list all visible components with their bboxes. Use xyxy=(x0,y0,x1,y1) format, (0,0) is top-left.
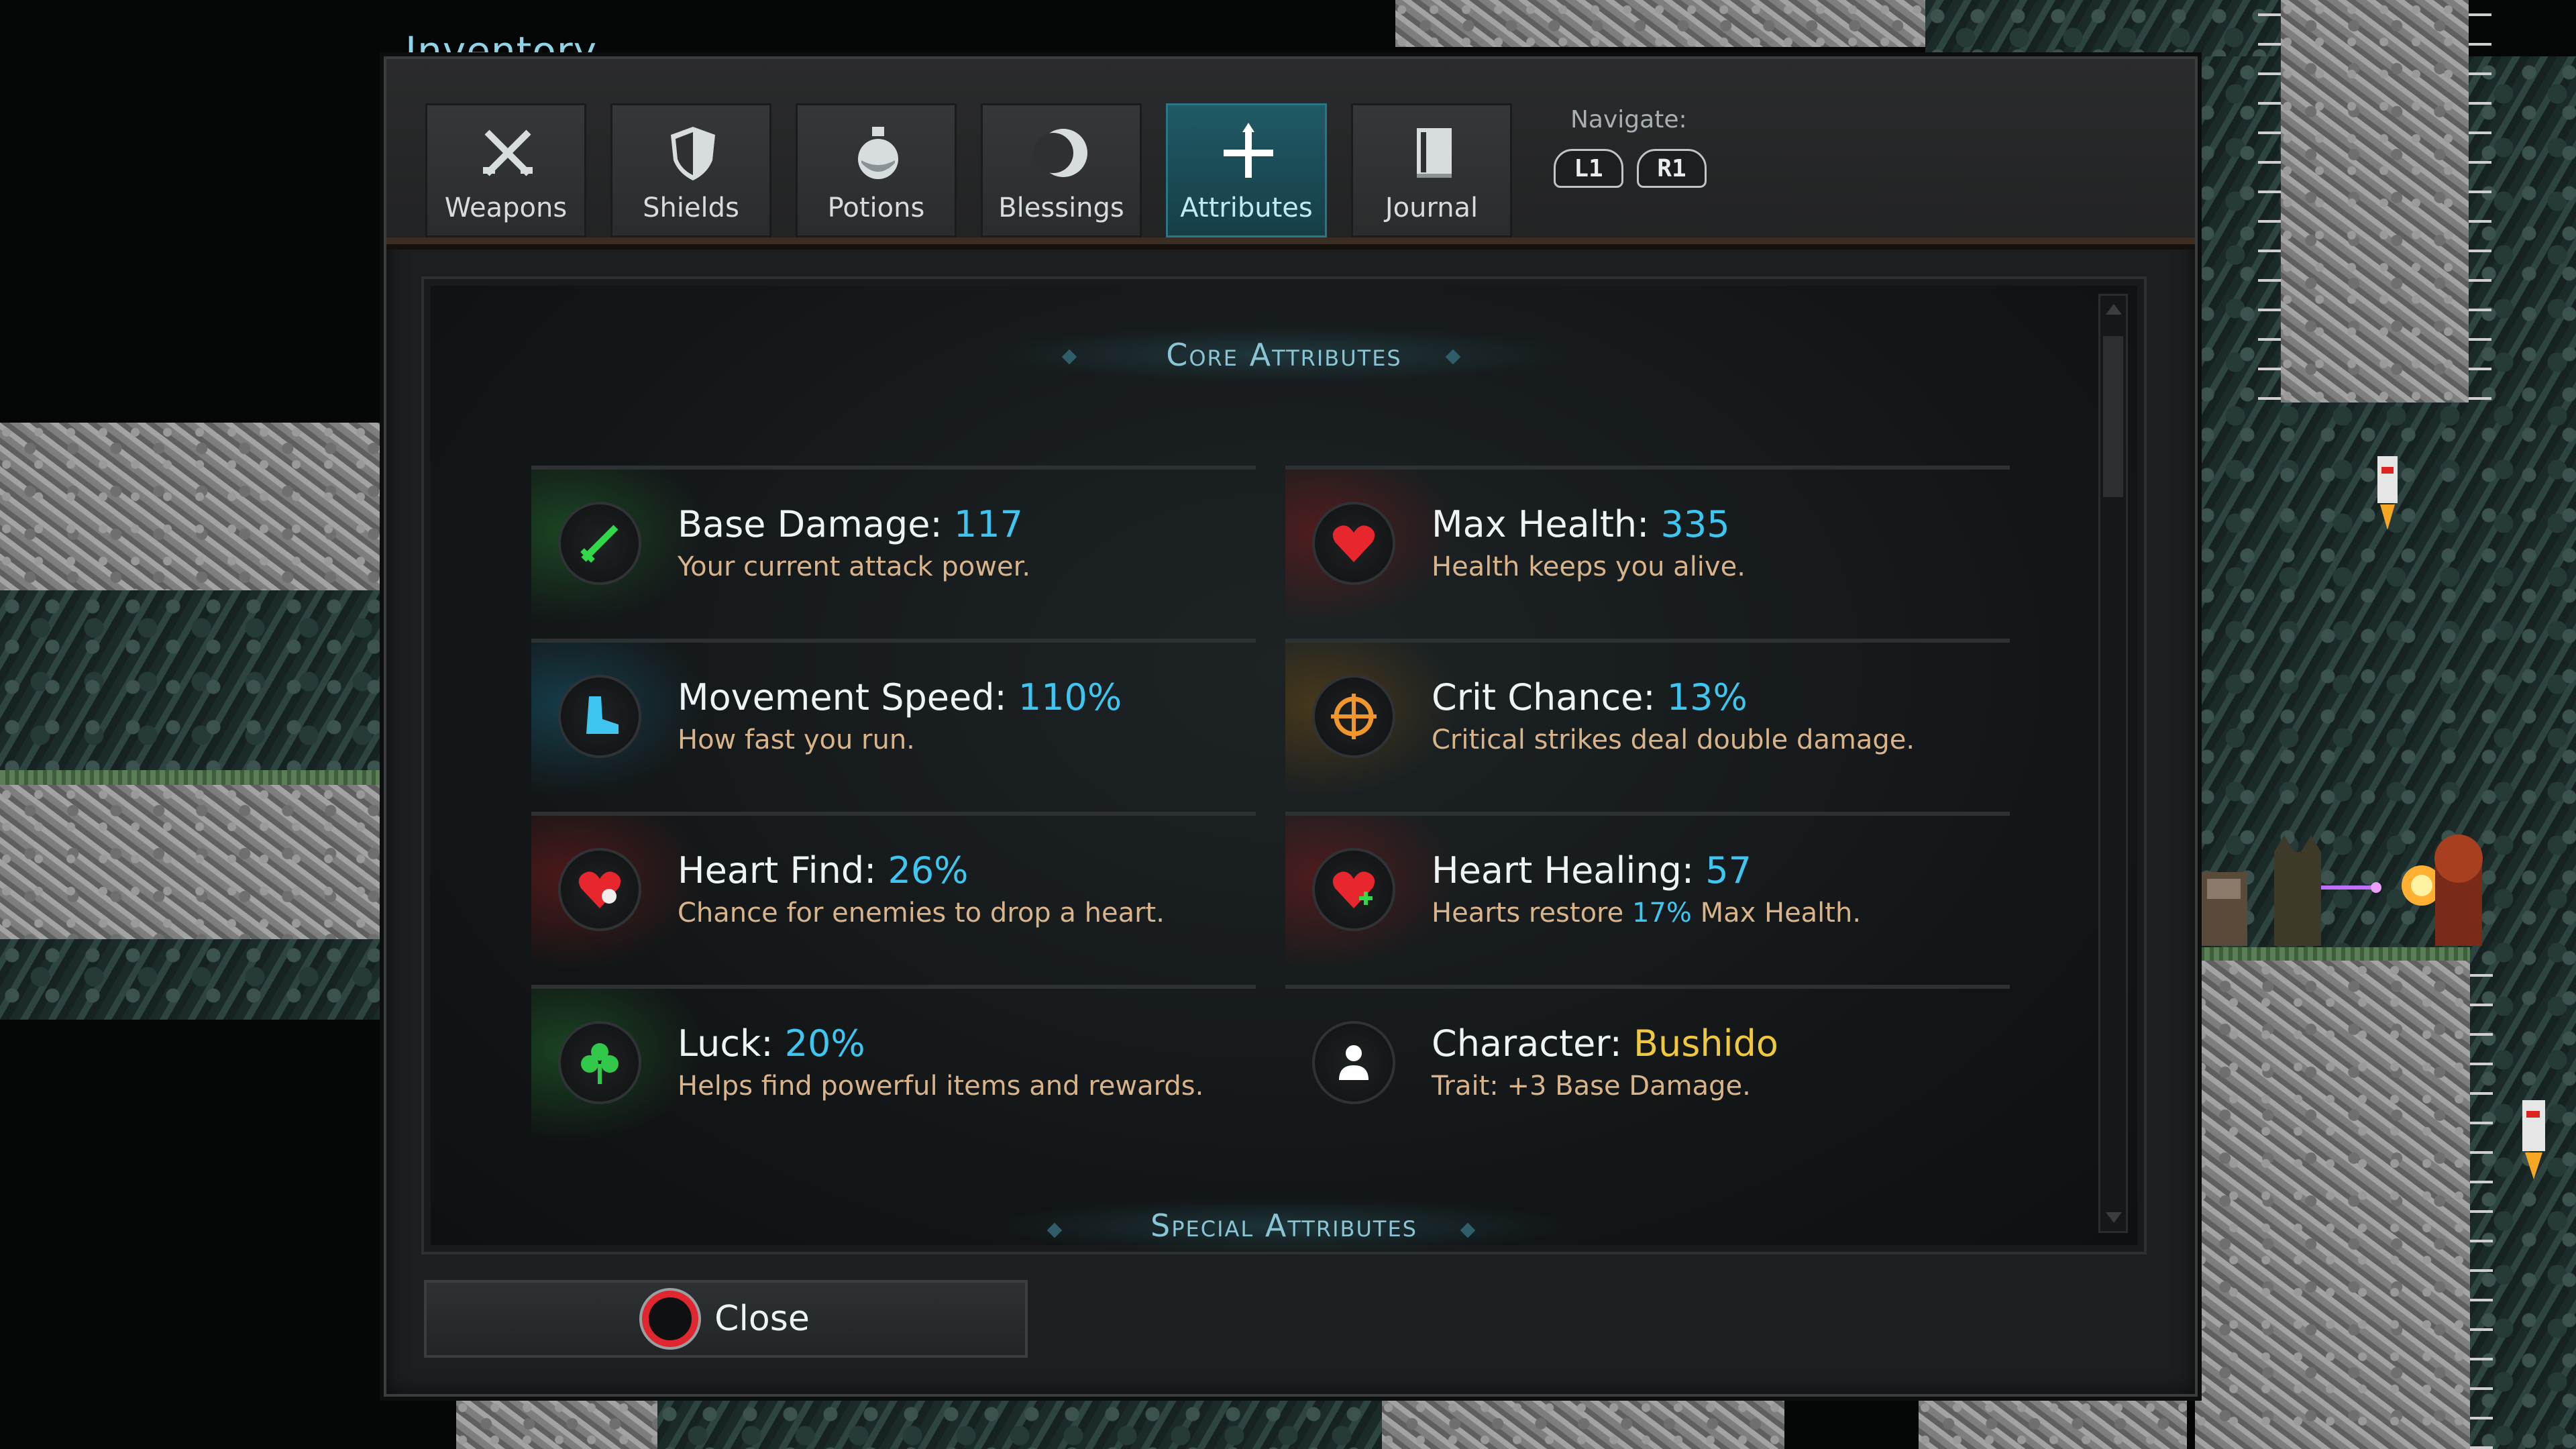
boot-icon xyxy=(558,675,641,758)
scrollbar[interactable] xyxy=(2098,294,2128,1233)
tab-label: Potions xyxy=(827,193,925,223)
tab-bar: Weapons Shields Potions Blessings Attrib… xyxy=(425,103,1512,237)
flying-enemy-sprite xyxy=(2522,1100,2545,1179)
person-icon xyxy=(1312,1021,1395,1104)
player-and-enemies-sprite xyxy=(2200,835,2483,946)
stone-floor xyxy=(1919,1398,2187,1449)
attribute-description: How fast you run. xyxy=(678,724,915,755)
heart-heal-icon xyxy=(1312,848,1395,931)
spike-trap xyxy=(2469,0,2491,402)
attribute-name: Base Damage: 117 xyxy=(678,503,1023,545)
attribute-description: Trait: +3 Base Damage. xyxy=(1432,1071,1751,1102)
attribute-description: Chance for enemies to drop a heart. xyxy=(678,898,1165,928)
close-label: Close xyxy=(714,1299,810,1339)
attribute-value: 117 xyxy=(953,503,1023,545)
moss-floor xyxy=(657,1398,1382,1449)
stone-floor xyxy=(1382,1398,1784,1449)
tab-journal[interactable]: Journal xyxy=(1351,103,1512,237)
tab-label: Shields xyxy=(643,193,739,223)
spike-trap xyxy=(2470,961,2493,1449)
attribute-description: Helps find powerful items and rewards. xyxy=(678,1071,1204,1102)
circle-button-icon xyxy=(642,1291,699,1347)
scroll-thumb[interactable] xyxy=(2103,336,2123,497)
attribute-card-base-damage: Base Damage: 117 Your current attack pow… xyxy=(531,466,1256,628)
attribute-description: Hearts restore 17% Max Health. xyxy=(1432,898,1862,928)
stone-ceiling xyxy=(1395,0,1925,47)
attribute-value: 110% xyxy=(1018,676,1122,718)
attribute-card-crit-chance: Crit Chance: 13% Critical strikes deal d… xyxy=(1285,639,2010,801)
cross-arrows-icon xyxy=(1224,123,1273,178)
flying-enemy-sprite xyxy=(2377,456,2398,530)
close-button[interactable]: Close xyxy=(424,1280,1028,1358)
tab-attributes[interactable]: Attributes xyxy=(1166,103,1327,237)
attribute-description: Critical strikes deal double damage. xyxy=(1432,724,1915,755)
potion-icon xyxy=(858,127,898,179)
attribute-card-max-health: Max Health: 335 Health keeps you alive. xyxy=(1285,466,2010,628)
section-title-core: Core Attributes xyxy=(1166,337,1402,373)
grass-strip xyxy=(0,770,382,785)
stone-ledge xyxy=(0,423,382,590)
attribute-value: 335 xyxy=(1660,503,1730,545)
crescent-eye-icon xyxy=(1033,129,1087,177)
stone-floor xyxy=(456,1398,657,1449)
tab-label: Journal xyxy=(1385,193,1479,223)
attribute-value: 20% xyxy=(784,1022,865,1065)
moss-wall xyxy=(0,590,382,771)
shield-icon xyxy=(671,127,715,180)
book-icon xyxy=(1417,128,1452,178)
crossed-swords-icon xyxy=(483,129,533,176)
stone-pillar xyxy=(2195,961,2470,1449)
attribute-value: 13% xyxy=(1666,676,1748,718)
attributes-panel: Core Attributes Base Damage: 117 Your cu… xyxy=(421,276,2147,1254)
attribute-card-movement-speed: Movement Speed: 110% How fast you run. xyxy=(531,639,1256,801)
stone-ledge xyxy=(0,785,382,939)
attribute-name: Heart Healing: 57 xyxy=(1432,849,1752,892)
attribute-description: Health keeps you alive. xyxy=(1432,551,1746,582)
tab-label: Attributes xyxy=(1180,193,1313,223)
stone-pillar xyxy=(2281,0,2469,402)
scroll-down-icon[interactable] xyxy=(2106,1212,2122,1223)
tab-weapons[interactable]: Weapons xyxy=(425,103,586,237)
tab-label: Blessings xyxy=(998,193,1124,223)
sword-icon xyxy=(558,502,641,585)
attribute-card-heart-find: Heart Find: 26% Chance for enemies to dr… xyxy=(531,812,1256,974)
attribute-value: Bushido xyxy=(1633,1022,1778,1065)
crosshair-icon xyxy=(1312,675,1395,758)
attribute-value: 57 xyxy=(1705,849,1752,892)
tab-label: Weapons xyxy=(444,193,568,223)
attribute-name: Crit Chance: 13% xyxy=(1432,676,1748,718)
attribute-name: Max Health: 335 xyxy=(1432,503,1730,545)
attribute-description: Your current attack power. xyxy=(678,551,1031,582)
attribute-name: Luck: 20% xyxy=(678,1022,865,1065)
attribute-card-heart-healing: Heart Healing: 57 Hearts restore 17% Max… xyxy=(1285,812,2010,974)
heart-icon xyxy=(1312,502,1395,585)
attribute-card-character: Character: Bushido Trait: +3 Base Damage… xyxy=(1285,985,2010,1147)
moss-wall xyxy=(0,939,382,1020)
attribute-name: Character: Bushido xyxy=(1432,1022,1778,1065)
scroll-up-icon[interactable] xyxy=(2106,304,2122,315)
attribute-name: Movement Speed: 110% xyxy=(678,676,1122,718)
attribute-value: 26% xyxy=(888,849,969,892)
heart-find-icon xyxy=(558,848,641,931)
attribute-card-luck: Luck: 20% Helps find powerful items and … xyxy=(531,985,1256,1147)
tab-shields[interactable]: Shields xyxy=(610,103,771,237)
inventory-window: Weapons Shields Potions Blessings Attrib… xyxy=(384,56,2198,1397)
r1-button[interactable]: R1 xyxy=(1637,149,1707,188)
section-title-special: Special Attributes xyxy=(1150,1208,1417,1244)
attribute-name: Heart Find: 26% xyxy=(678,849,969,892)
tab-potions[interactable]: Potions xyxy=(796,103,957,237)
navigate-label: Navigate: xyxy=(1570,106,1687,133)
clover-icon xyxy=(558,1021,641,1104)
moss-wall xyxy=(1925,0,2281,56)
spike-trap xyxy=(2258,0,2281,402)
tab-blessings[interactable]: Blessings xyxy=(981,103,1142,237)
header-band: Weapons Shields Potions Blessings Attrib… xyxy=(386,59,2195,244)
l1-button[interactable]: L1 xyxy=(1554,149,1623,188)
